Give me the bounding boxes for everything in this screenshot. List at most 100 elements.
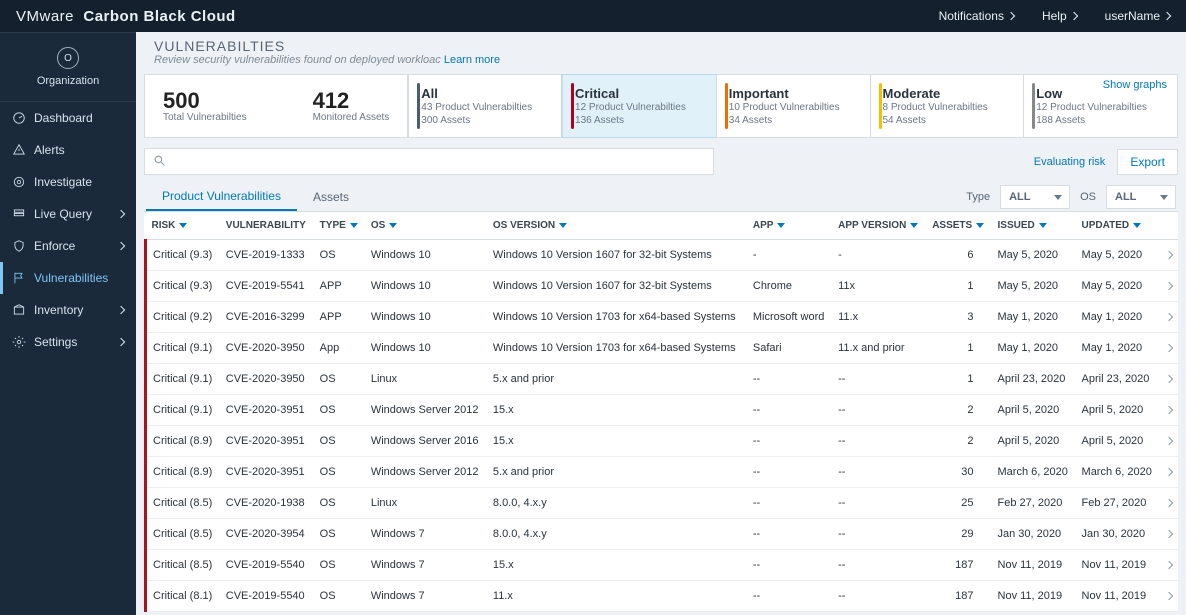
- cell-os: Windows Server 2012: [365, 457, 487, 488]
- notifications-link[interactable]: Notifications: [939, 9, 1014, 23]
- cell-type: OS: [314, 457, 365, 488]
- sidebar-item-dashboard[interactable]: Dashboard: [0, 102, 136, 134]
- user-menu[interactable]: userName: [1105, 9, 1170, 23]
- row-expand-button[interactable]: [1160, 550, 1178, 581]
- cell-issued: April 23, 2020: [992, 364, 1076, 395]
- chevron-right-icon: [1164, 530, 1172, 538]
- table-row[interactable]: Critical (8.5)CVE-2020-3954OSWindows 78.…: [146, 519, 1179, 550]
- cell-updated: April 5, 2020: [1076, 426, 1160, 457]
- learn-more-link[interactable]: Learn more: [444, 54, 500, 66]
- row-expand-button[interactable]: [1160, 457, 1178, 488]
- cell-issued: May 5, 2020: [992, 240, 1076, 271]
- table-row[interactable]: Critical (9.3)CVE-2019-1333OSWindows 10W…: [146, 240, 1179, 271]
- table-row[interactable]: Critical (9.2)CVE-2016-3299APPWindows 10…: [146, 302, 1179, 333]
- cell-app-version: --: [832, 581, 926, 612]
- row-expand-button[interactable]: [1160, 395, 1178, 426]
- cell-updated: May 5, 2020: [1076, 240, 1160, 271]
- cell-updated: Nov 11, 2019: [1076, 550, 1160, 581]
- table-row[interactable]: Critical (8.9)CVE-2020-3951OSWindows Ser…: [146, 426, 1179, 457]
- cell-app: -: [747, 240, 832, 271]
- severity-card-moderate[interactable]: Moderate8 Product Vulnerabilties54 Asset…: [870, 75, 1024, 137]
- col-os-version[interactable]: OS VERSION: [487, 212, 747, 240]
- sort-icon: [1039, 223, 1047, 228]
- row-expand-button[interactable]: [1160, 488, 1178, 519]
- brand: VMware Carbon Black Cloud: [16, 8, 236, 25]
- cell-os: Windows Server 2012: [365, 395, 487, 426]
- severity-card-all[interactable]: All43 Product Vulnerabilties300 Assets: [408, 75, 562, 137]
- severity-bar-icon: [417, 83, 420, 129]
- table-row[interactable]: Critical (8.5)CVE-2020-1938OSLinux8.0.0,…: [146, 488, 1179, 519]
- row-expand-button[interactable]: [1160, 519, 1178, 550]
- col-assets[interactable]: ASSETS: [926, 212, 991, 240]
- cell-risk: Critical (9.1): [146, 333, 220, 364]
- sidebar-item-vulnerabilities[interactable]: Vulnerabilities: [0, 262, 136, 294]
- chevron-right-icon: [1164, 282, 1172, 290]
- search-box[interactable]: [144, 148, 714, 175]
- table-row[interactable]: Critical (8.9)CVE-2020-3951OSWindows Ser…: [146, 457, 1179, 488]
- table-row[interactable]: Critical (9.1)CVE-2020-3950OSLinux5.x an…: [146, 364, 1179, 395]
- cell-risk: Critical (9.1): [146, 364, 220, 395]
- filter-os-select[interactable]: ALL: [1106, 185, 1176, 209]
- search-input[interactable]: [172, 154, 705, 170]
- page-subtitle: Review security vulnerabilities found on…: [154, 54, 1168, 66]
- sidebar-item-investigate[interactable]: Investigate: [0, 166, 136, 198]
- col-app[interactable]: APP: [747, 212, 832, 240]
- row-expand-button[interactable]: [1160, 271, 1178, 302]
- tab-product-vulnerabilities[interactable]: Product Vulnerabilities: [146, 183, 297, 211]
- table-row[interactable]: Critical (9.1)CVE-2020-3950AppWindows 10…: [146, 333, 1179, 364]
- sort-icon: [910, 223, 918, 228]
- severity-card-important[interactable]: Important10 Product Vulnerabilties34 Ass…: [716, 75, 870, 137]
- sidebar-item-livequery[interactable]: Live Query: [0, 198, 136, 230]
- sidebar-item-enforce[interactable]: Enforce: [0, 230, 136, 262]
- chevron-right-icon: [1164, 251, 1172, 259]
- sidebar-item-settings[interactable]: Settings: [0, 326, 136, 358]
- col-type[interactable]: TYPE: [314, 212, 365, 240]
- stack-icon: [12, 207, 26, 221]
- cell-issued: Jan 30, 2020: [992, 519, 1076, 550]
- cell-type: OS: [314, 364, 365, 395]
- cell-app-version: --: [832, 457, 926, 488]
- row-expand-button[interactable]: [1160, 240, 1178, 271]
- cell-app-version: --: [832, 395, 926, 426]
- cell-vulnerability: CVE-2019-5541: [220, 271, 314, 302]
- total-vuln-card: 500 Total Vulnerabilties: [145, 75, 265, 137]
- row-expand-button[interactable]: [1160, 581, 1178, 612]
- col-app-version[interactable]: APP VERSION: [832, 212, 926, 240]
- chevron-right-icon: [117, 210, 125, 218]
- col-risk[interactable]: RISK: [146, 212, 220, 240]
- col-updated[interactable]: UPDATED: [1076, 212, 1160, 240]
- cell-vulnerability: CVE-2020-1938: [220, 488, 314, 519]
- filter-type-select[interactable]: ALL: [1000, 185, 1070, 209]
- table-row[interactable]: Critical (8.5)CVE-2019-5540OSWindows 715…: [146, 550, 1179, 581]
- table-row[interactable]: Critical (8.1)CVE-2019-5540OSWindows 711…: [146, 581, 1179, 612]
- table-row[interactable]: Critical (9.3)CVE-2019-5541APPWindows 10…: [146, 271, 1179, 302]
- cell-type: APP: [314, 302, 365, 333]
- main-content: VULNERABILTIES Review security vulnerabi…: [136, 32, 1186, 615]
- cell-os: Windows 10: [365, 302, 487, 333]
- sidebar-item-label: Vulnerabilities: [34, 271, 108, 285]
- tab-assets[interactable]: Assets: [297, 184, 365, 210]
- col-vulnerability[interactable]: VULNERABILITY: [220, 212, 314, 240]
- sort-icon: [777, 223, 785, 228]
- cell-assets: 6: [926, 240, 991, 271]
- cell-assets: 30: [926, 457, 991, 488]
- row-expand-button[interactable]: [1160, 426, 1178, 457]
- row-expand-button[interactable]: [1160, 302, 1178, 333]
- row-expand-button[interactable]: [1160, 333, 1178, 364]
- cell-os-version: 8.0.0, 4.x.y: [487, 519, 747, 550]
- sidebar-item-inventory[interactable]: Inventory: [0, 294, 136, 326]
- cell-vulnerability: CVE-2020-3954: [220, 519, 314, 550]
- cell-vulnerability: CVE-2016-3299: [220, 302, 314, 333]
- cell-vulnerability: CVE-2020-3950: [220, 364, 314, 395]
- table-row[interactable]: Critical (9.1)CVE-2020-3951OSWindows Ser…: [146, 395, 1179, 426]
- sidebar-item-alerts[interactable]: Alerts: [0, 134, 136, 166]
- col-issued[interactable]: ISSUED: [992, 212, 1076, 240]
- chevron-right-icon: [1164, 406, 1172, 414]
- severity-card-critical[interactable]: Critical12 Product Vulnerabilties136 Ass…: [562, 75, 716, 137]
- show-graphs-link[interactable]: Show graphs: [1103, 79, 1167, 91]
- help-link[interactable]: Help: [1042, 9, 1077, 23]
- row-expand-button[interactable]: [1160, 364, 1178, 395]
- export-button[interactable]: Export: [1117, 149, 1178, 175]
- org-selector[interactable]: O Organization: [0, 33, 136, 102]
- col-os[interactable]: OS: [365, 212, 487, 240]
